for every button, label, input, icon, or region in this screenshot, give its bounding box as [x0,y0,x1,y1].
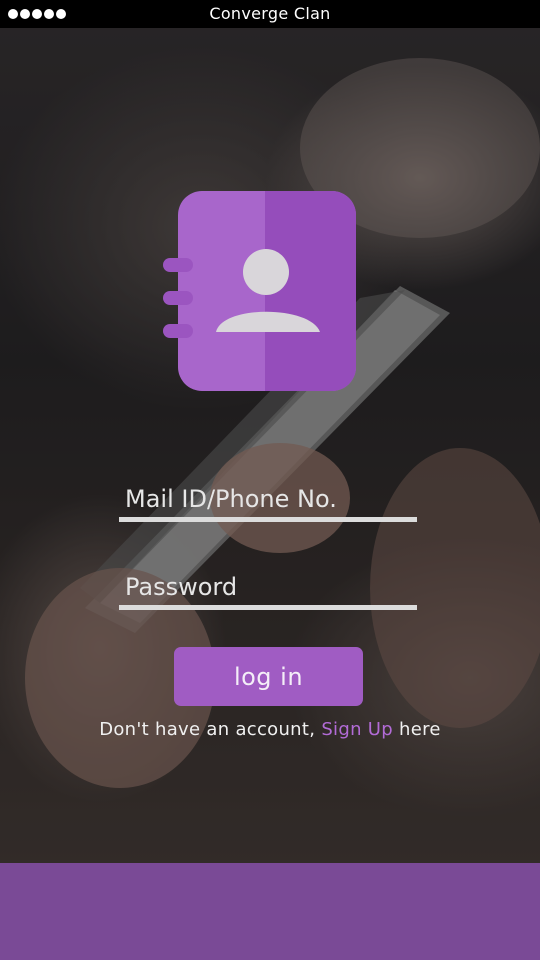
app-title: Converge Clan [209,4,331,23]
signup-suffix: here [399,719,441,740]
password-field-group [119,569,417,610]
signup-prefix: Don't have an account, [99,719,316,740]
password-field[interactable] [119,569,417,605]
login-screen: Converge Clan Mail ID/Phone No. log in D… [0,0,540,960]
contact-book-icon [160,190,360,395]
email-field[interactable] [119,481,417,517]
signup-link[interactable]: Sign Up [321,719,393,740]
email-underline [119,517,417,522]
login-button[interactable]: log in [174,647,363,706]
status-bar: Converge Clan [0,0,540,28]
signup-prompt: Don't have an account, Sign Up here [0,719,540,740]
email-field-group [119,481,417,522]
password-underline [119,605,417,610]
footer-bar [0,863,540,960]
